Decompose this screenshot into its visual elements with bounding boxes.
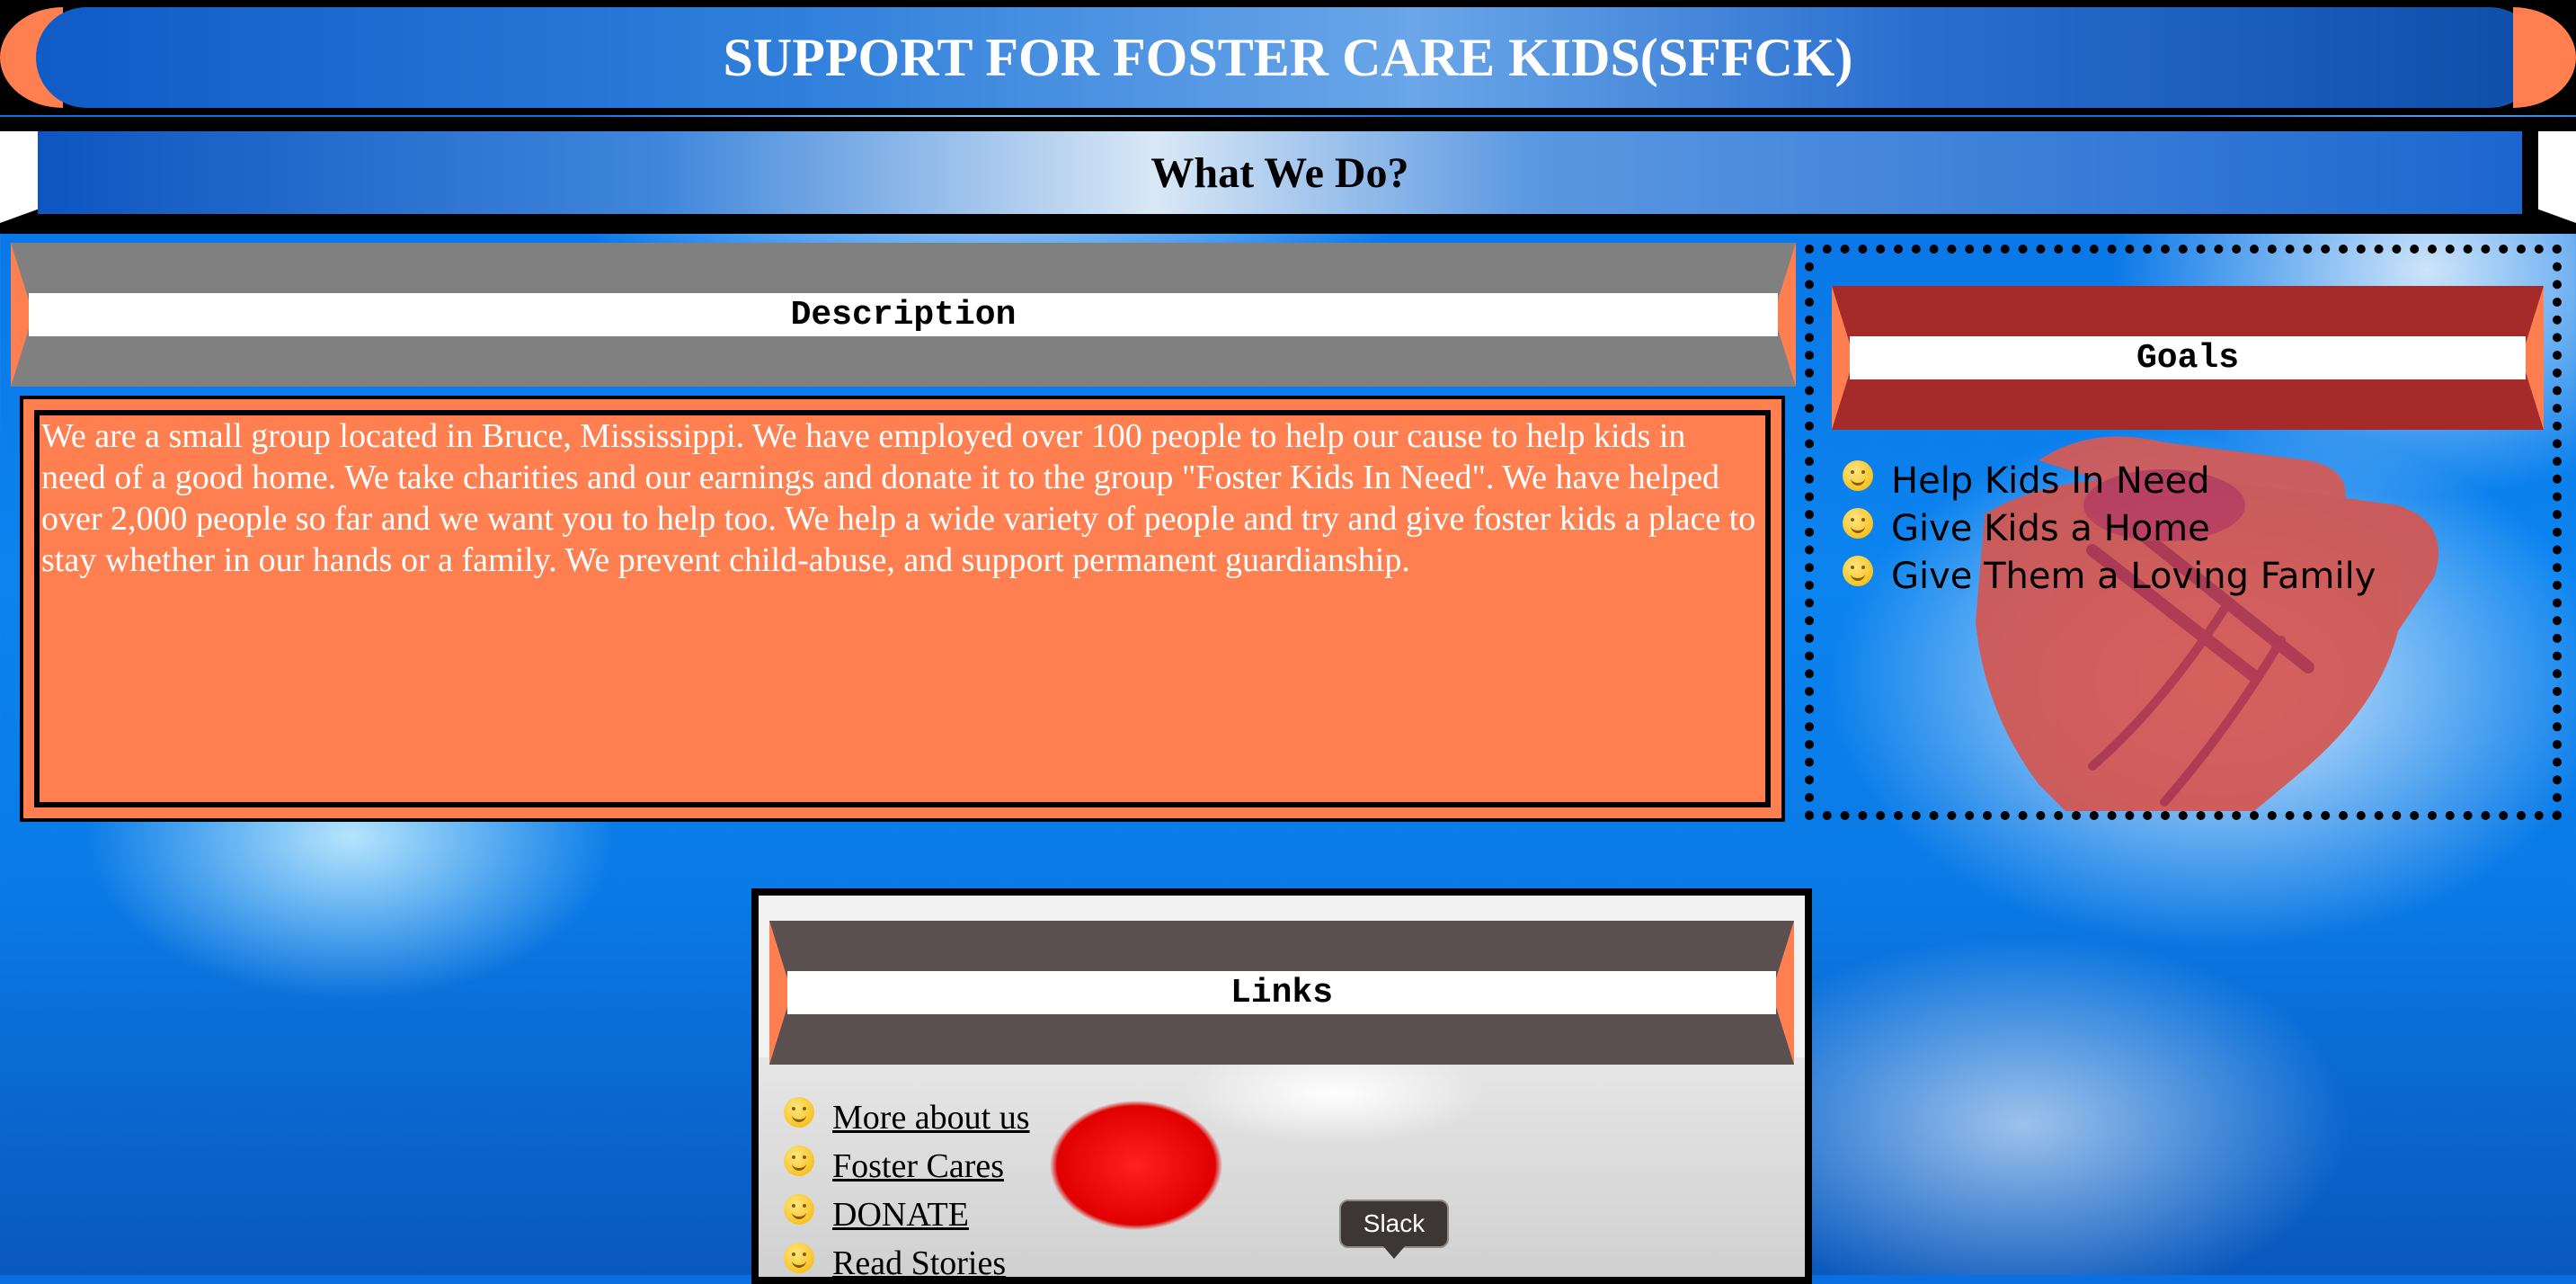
list-item: Foster Cares	[784, 1142, 1030, 1190]
title-cap-right	[2513, 7, 2576, 108]
goals-heading: Goals	[1850, 336, 2526, 379]
smiley-icon	[1843, 555, 1873, 586]
list-item: Give Kids a Home	[1843, 504, 2376, 552]
title-inner: SUPPORT FOR FOSTER CARE KIDS(SFFCK)	[36, 7, 2540, 108]
goal-text: Give Kids a Home	[1891, 507, 2210, 549]
list-item: DONATE	[784, 1190, 1030, 1239]
subtitle-wing-left	[0, 131, 38, 223]
subtitle-inner: What We Do?	[38, 131, 2522, 214]
smiley-icon	[1843, 507, 1873, 539]
goal-text: Give Them a Loving Family	[1891, 555, 2376, 597]
goal-text: Help Kids In Need	[1891, 459, 2210, 502]
links-header: Links	[769, 921, 1794, 1065]
smiley-icon	[784, 1243, 814, 1273]
goals-box: Goals Help Kids In Need Give Kids a Home…	[1805, 245, 2562, 820]
description-text: We are a small group located in Bruce, M…	[41, 417, 1756, 579]
list-item: Help Kids In Need	[1843, 457, 2376, 504]
links-list: More about us Foster Cares DONATE Read S…	[784, 1093, 1030, 1277]
description-header: Description	[11, 243, 1796, 387]
subtitle-wing-right	[2538, 131, 2576, 223]
list-item: Give Them a Loving Family	[1843, 552, 2376, 600]
link-donate[interactable]: DONATE	[832, 1195, 969, 1235]
description-heading: Description	[29, 293, 1778, 336]
title-banner: SUPPORT FOR FOSTER CARE KIDS(SFFCK)	[0, 0, 2576, 115]
link-foster-cares[interactable]: Foster Cares	[832, 1146, 1004, 1186]
smiley-icon	[784, 1146, 814, 1176]
goals-list: Help Kids In Need Give Kids a Home Give …	[1843, 457, 2376, 600]
link-read-stories[interactable]: Read Stories	[832, 1244, 1006, 1277]
list-item: More about us	[784, 1093, 1030, 1142]
description-box: We are a small group located in Bruce, M…	[20, 396, 1785, 822]
tooltip: Slack	[1339, 1199, 1449, 1259]
subtitle-banner: What We Do?	[0, 117, 2576, 234]
smiley-icon	[784, 1194, 814, 1225]
link-more-about-us[interactable]: More about us	[832, 1098, 1030, 1137]
links-box: Links More about us Foster Cares DONATE …	[751, 888, 1812, 1284]
smiley-icon	[784, 1097, 814, 1128]
page-title: SUPPORT FOR FOSTER CARE KIDS(SFFCK)	[723, 27, 1853, 87]
links-heading: Links	[787, 971, 1776, 1014]
page-subtitle: What We Do?	[1150, 148, 1409, 197]
list-item: Read Stories	[784, 1239, 1030, 1277]
smiley-icon	[1843, 459, 1873, 491]
goals-header: Goals	[1832, 286, 2544, 430]
